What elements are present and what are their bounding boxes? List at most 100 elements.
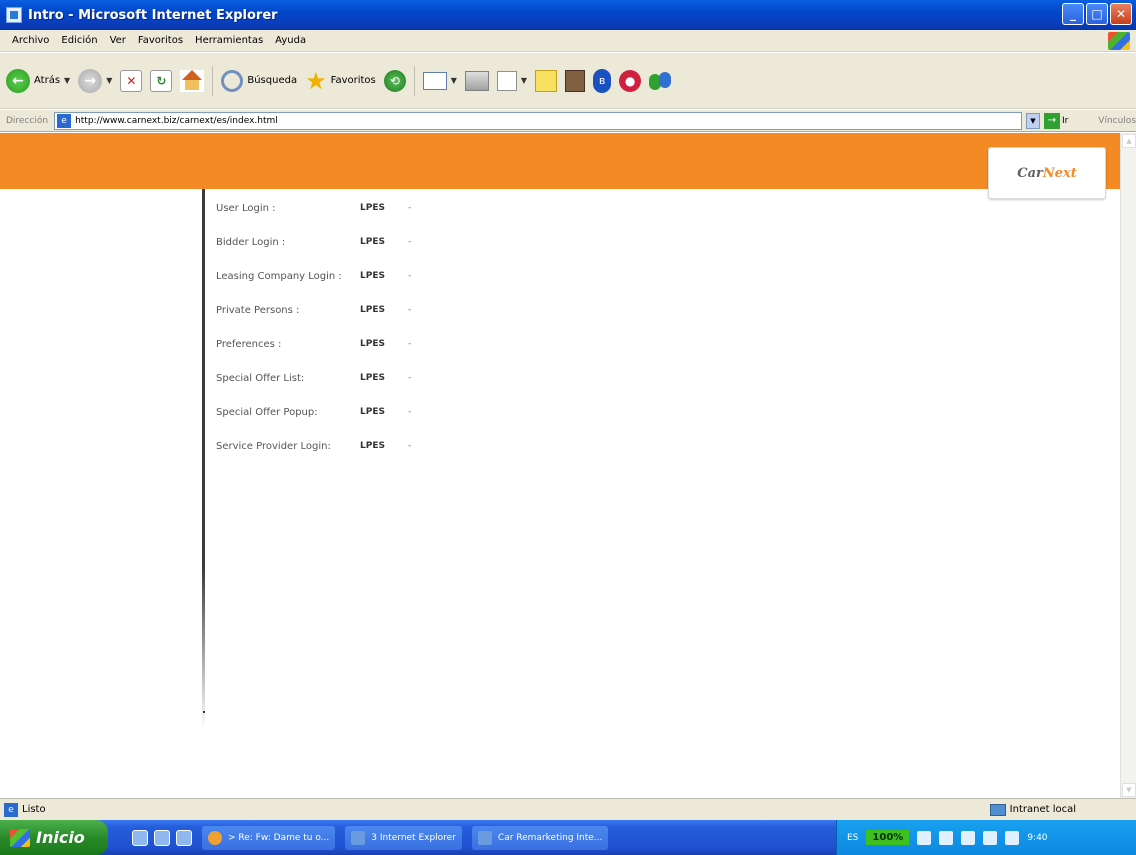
menu-ayuda[interactable]: Ayuda [269,35,312,46]
page-status-icon: e [4,802,18,817]
list-item: Private Persons : LPES - [216,305,411,339]
stop-icon[interactable]: ✕ [120,69,143,92]
private-persons-link[interactable]: LPES [360,305,408,315]
header-band [0,133,1120,189]
quick-launch-media-icon[interactable] [176,829,192,846]
special-offer-list-link[interactable]: LPES [360,373,408,383]
red-circle-icon[interactable]: ● [619,69,642,92]
back-arrow-icon: ← [6,68,30,93]
favorites-label: Favoritos [330,75,376,86]
print-icon[interactable] [464,70,489,91]
special-offer-list-label: Special Offer List: [216,373,305,384]
task-label: Car Remarketing Inte... [497,832,603,843]
vertical-divider [202,189,205,729]
zone-label: Intranet local [1009,804,1076,815]
list-item: User Login : LPES - [216,203,411,237]
address-input[interactable]: e http://www.carnext.biz/carnext/es/inde… [54,111,1022,130]
forward-button[interactable]: → ▼ [78,68,112,93]
task-label: > Re: Fw: Dame tu o... [228,832,330,843]
menu-edicion[interactable]: Edición [55,35,103,46]
list-item: Special Offer List: LPES - [216,373,411,407]
menu-ver[interactable]: Ver [104,35,132,46]
carnext-logo[interactable]: Car Next [988,147,1106,199]
service-provider-login-label: Service Provider Login: [216,441,331,452]
bidder-login-link[interactable]: LPES [360,237,408,247]
tray-security-icon[interactable] [961,830,976,845]
ie-window-icon[interactable] [6,7,22,23]
menu-favoritos[interactable]: Favoritos [132,35,189,46]
divider-dot [203,711,205,713]
favorites-button[interactable]: ★ Favoritos [305,69,376,93]
start-button[interactable]: Inicio [0,820,108,855]
service-provider-login-link[interactable]: LPES [360,441,408,451]
messenger-icon[interactable] [649,70,673,92]
system-tray: ES 100% 9:40 [836,820,1136,855]
bidder-login-label: Bidder Login : [216,237,286,248]
go-button[interactable]: → Ir [1043,112,1069,129]
forward-dropdown-icon[interactable]: ▼ [106,76,112,85]
scroll-down-icon[interactable]: ▼ [1122,783,1136,797]
task-button-remarketing[interactable]: Car Remarketing Inte... [471,825,609,850]
link-separator: - [408,373,412,383]
tray-network-icon[interactable] [917,830,932,845]
battery-percent[interactable]: 100% [866,830,910,845]
quick-launch-ie-icon[interactable] [132,829,148,846]
bluetooth-icon[interactable]: ʙ [593,68,612,93]
vertical-scrollbar[interactable]: ▲ ▼ [1120,133,1136,798]
leasing-login-label: Leasing Company Login : [216,271,342,282]
quick-launch-app-icon[interactable] [154,829,170,846]
user-login-link[interactable]: LPES [360,203,408,213]
mail-button[interactable]: ▼ [422,71,457,90]
maximize-button[interactable]: □ [1086,3,1108,25]
mail-task-icon [208,830,222,845]
links-toolbar[interactable]: Vínculos [1098,116,1136,126]
tray-volume-icon[interactable] [939,830,954,845]
back-dropdown-icon[interactable]: ▼ [64,76,70,85]
go-label: Ir [1061,115,1069,126]
leasing-login-link[interactable]: LPES [360,271,408,281]
mail-dropdown-icon[interactable]: ▼ [451,76,457,85]
intranet-icon [989,803,1006,816]
status-bar: e Listo Intranet local [0,798,1136,820]
private-persons-label: Private Persons : [216,305,300,316]
status-text: Listo [22,804,46,815]
special-offer-popup-link[interactable]: LPES [360,407,408,417]
list-item: Preferences : LPES - [216,339,411,373]
logo-car-text: Car [1017,165,1043,181]
close-button[interactable]: ✕ [1110,3,1132,25]
menu-herramientas[interactable]: Herramientas [189,35,269,46]
search-button[interactable]: Búsqueda [221,69,297,92]
address-dropdown-icon[interactable]: ▼ [1025,112,1040,129]
star-icon: ★ [305,66,327,95]
research-icon[interactable] [565,69,586,92]
menu-archivo[interactable]: Archivo [6,35,55,46]
link-separator: - [408,339,412,349]
back-button[interactable]: ← Atrás ▼ [6,68,70,93]
tray-app-icon[interactable] [983,830,998,845]
language-indicator[interactable]: ES [847,833,858,843]
notes-icon[interactable] [535,69,558,92]
refresh-icon[interactable]: ↻ [150,69,173,92]
preferences-link[interactable]: LPES [360,339,408,349]
minimize-button[interactable]: _ [1062,3,1084,25]
edit-button[interactable]: ▼ [496,70,527,91]
list-item: Special Offer Popup: LPES - [216,407,411,441]
edit-dropdown-icon[interactable]: ▼ [521,76,527,85]
ie-task-icon [351,830,366,845]
address-bar: Dirección e http://www.carnext.biz/carne… [0,110,1136,132]
window-title-bar[interactable]: Intro - Microsoft Internet Explorer _ □ … [0,0,1136,30]
go-arrow-icon: → [1043,112,1060,129]
task-button-ie-group[interactable]: 3 Internet Explorer [345,825,462,850]
tray-messenger-icon[interactable] [1005,830,1020,845]
scroll-up-icon[interactable]: ▲ [1122,134,1136,148]
home-icon[interactable] [180,69,205,92]
clock[interactable]: 9:40 [1027,833,1047,843]
mail-icon [422,71,447,90]
task-button-mail[interactable]: > Re: Fw: Dame tu o... [202,825,336,850]
window-controls: _ □ ✕ [1062,3,1132,25]
history-icon[interactable]: ⟲ [383,69,406,92]
link-separator: - [408,237,412,247]
link-separator: - [408,407,412,417]
security-zone[interactable]: Intranet local [989,803,1076,816]
back-label: Atrás [34,75,61,86]
